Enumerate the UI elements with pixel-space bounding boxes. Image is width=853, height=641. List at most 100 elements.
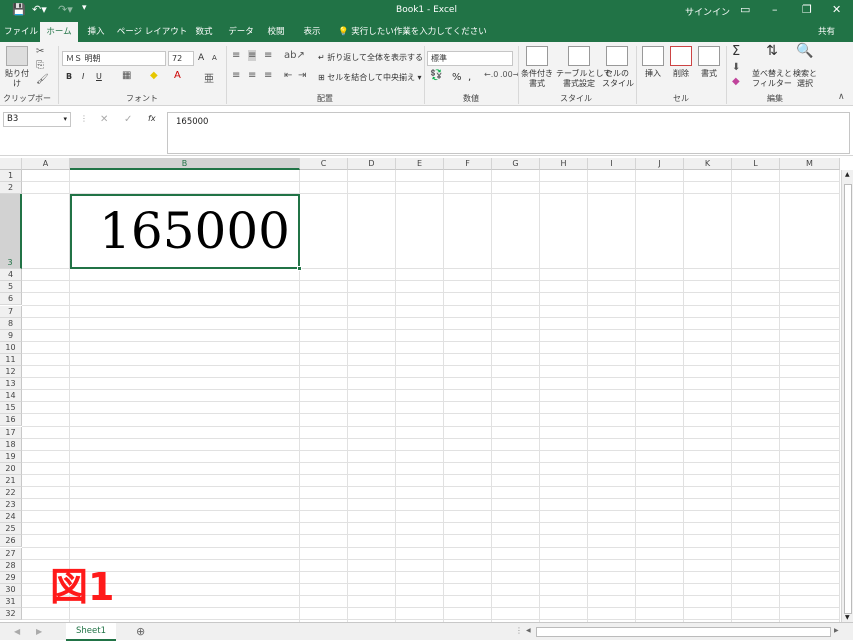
horizontal-scroll-thumb[interactable] [536, 627, 831, 637]
collapse-ribbon-icon[interactable]: ∧ [838, 92, 845, 102]
row-header[interactable]: 3 [0, 194, 22, 270]
bold-button[interactable]: B [66, 72, 72, 81]
number-format-select[interactable]: 標準 [427, 51, 513, 66]
active-cell-b3[interactable]: 165000 [70, 194, 300, 269]
format-cells-button[interactable]: 書式 [696, 46, 722, 79]
close-icon[interactable]: ✕ [832, 3, 841, 16]
scroll-left-icon[interactable]: ◀ [526, 627, 531, 634]
underline-button[interactable]: U [96, 72, 102, 81]
next-sheet-icon[interactable]: ▶ [36, 627, 42, 636]
row-header[interactable]: 24 [0, 511, 22, 524]
border-icon[interactable]: ▦ [122, 70, 131, 81]
font-color-icon[interactable]: A [174, 70, 181, 81]
row-header[interactable]: 10 [0, 341, 22, 354]
vertical-scroll-thumb[interactable] [844, 184, 852, 614]
column-header[interactable]: H [540, 158, 588, 170]
tab-insert[interactable]: 挿入 [82, 22, 110, 42]
row-header[interactable]: 11 [0, 353, 22, 366]
row-header[interactable]: 8 [0, 317, 22, 330]
column-header[interactable]: B [70, 158, 300, 170]
row-header[interactable]: 23 [0, 499, 22, 512]
decrease-indent-icon[interactable]: ⇤ [284, 70, 292, 81]
delete-cells-button[interactable]: 削除 [668, 46, 694, 79]
row-header[interactable]: 12 [0, 366, 22, 379]
fill-icon[interactable]: ⬇ [732, 62, 740, 73]
conditional-format-button[interactable]: 条件付き 書式 [520, 46, 554, 89]
ribbon-display-icon[interactable]: ▭ [740, 3, 750, 16]
insert-function-button[interactable]: fx [148, 114, 156, 123]
column-header[interactable]: G [492, 158, 540, 170]
sheet-tab-sheet1[interactable]: Sheet1 [66, 623, 116, 641]
tab-file[interactable]: ファイル [4, 22, 38, 42]
column-header[interactable]: J [636, 158, 684, 170]
enter-entry-button[interactable]: ✓ [124, 114, 132, 125]
tab-formulas[interactable]: 数式 [190, 22, 218, 42]
autosum-button[interactable]: Σ [732, 44, 740, 59]
tab-data[interactable]: データ [224, 22, 258, 42]
scroll-up-icon[interactable]: ▲ [845, 171, 850, 178]
font-size-select[interactable]: 72 [168, 51, 194, 66]
restore-icon[interactable]: ❐ [802, 3, 812, 16]
cell-styles-button[interactable]: セルの スタイル [602, 46, 634, 89]
column-header[interactable]: A [22, 158, 70, 170]
font-name-select[interactable]: ＭＳ 明朝 [62, 51, 166, 66]
scroll-right-icon[interactable]: ▶ [834, 627, 839, 634]
row-header[interactable]: 29 [0, 571, 22, 584]
orientation-icon[interactable]: ab↗ [284, 50, 305, 61]
row-header[interactable]: 22 [0, 487, 22, 500]
shrink-font-button[interactable]: A [212, 54, 217, 62]
name-box[interactable]: B3 ▾ [3, 112, 71, 127]
scroll-down-icon[interactable]: ▼ [845, 614, 850, 621]
share-button[interactable]: 共有 [818, 22, 835, 42]
accounting-icon[interactable]: 💱 [430, 70, 442, 81]
tell-me-box[interactable]: 💡 実行したい作業を入力してください [338, 22, 487, 42]
row-header[interactable]: 9 [0, 329, 22, 342]
column-header[interactable]: E [396, 158, 444, 170]
row-header[interactable]: 30 [0, 583, 22, 596]
row-header[interactable]: 20 [0, 462, 22, 475]
row-header[interactable]: 27 [0, 547, 22, 560]
prev-sheet-icon[interactable]: ◀ [14, 627, 20, 636]
row-header[interactable]: 28 [0, 559, 22, 572]
align-middle-icon[interactable]: ≡ [248, 50, 257, 61]
align-bottom-icon[interactable]: ≡ [264, 50, 272, 61]
row-header[interactable]: 2 [0, 182, 22, 195]
worksheet-grid[interactable]: A B C D E F G H I J K L M 1 2 3 4 5 6 7 8 9 10 11 1… [0, 158, 853, 622]
formula-input[interactable]: 165000 [167, 112, 850, 154]
vertical-scrollbar[interactable]: ▲ ▼ [841, 170, 853, 622]
decrease-decimal-icon[interactable]: .00→ [500, 70, 519, 79]
phonetic-icon[interactable]: 亜 [204, 70, 214, 85]
column-header[interactable]: D [348, 158, 396, 170]
format-table-button[interactable]: テーブルとして 書式設定 [556, 46, 611, 89]
align-left-icon[interactable]: ≡ [232, 70, 240, 81]
comma-button[interactable]: , [468, 72, 471, 83]
select-all-corner[interactable] [0, 158, 22, 170]
merge-center-button[interactable]: ⊞ セルを結合して中央揃え ▾ [318, 72, 422, 83]
signin-link[interactable]: サインイン [685, 5, 730, 18]
tab-review[interactable]: 校閲 [262, 22, 290, 42]
row-header[interactable]: 14 [0, 390, 22, 403]
align-center-icon[interactable]: ≡ [248, 70, 256, 81]
column-header[interactable]: L [732, 158, 780, 170]
fill-color-icon[interactable]: ◆ [150, 70, 158, 81]
italic-button[interactable]: I [82, 72, 84, 81]
row-header[interactable]: 13 [0, 378, 22, 391]
column-header[interactable]: I [588, 158, 636, 170]
copy-icon[interactable]: ⎘ [36, 60, 44, 71]
increase-decimal-icon[interactable]: ←.0 [484, 70, 498, 79]
clear-icon[interactable]: ◆ [732, 76, 740, 87]
align-right-icon[interactable]: ≡ [264, 70, 272, 81]
fill-handle[interactable] [297, 266, 302, 271]
row-header[interactable]: 5 [0, 281, 22, 294]
column-header[interactable]: C [300, 158, 348, 170]
add-sheet-button[interactable]: ⊕ [136, 625, 145, 638]
row-header[interactable]: 25 [0, 523, 22, 536]
paste-button[interactable]: 貼り付け [4, 46, 30, 89]
column-header[interactable]: F [444, 158, 492, 170]
row-header[interactable]: 31 [0, 595, 22, 608]
percent-button[interactable]: % [452, 72, 462, 83]
row-header[interactable]: 1 [0, 170, 22, 183]
row-header[interactable]: 17 [0, 426, 22, 439]
column-header[interactable]: M [780, 158, 840, 170]
row-header[interactable]: 26 [0, 535, 22, 548]
